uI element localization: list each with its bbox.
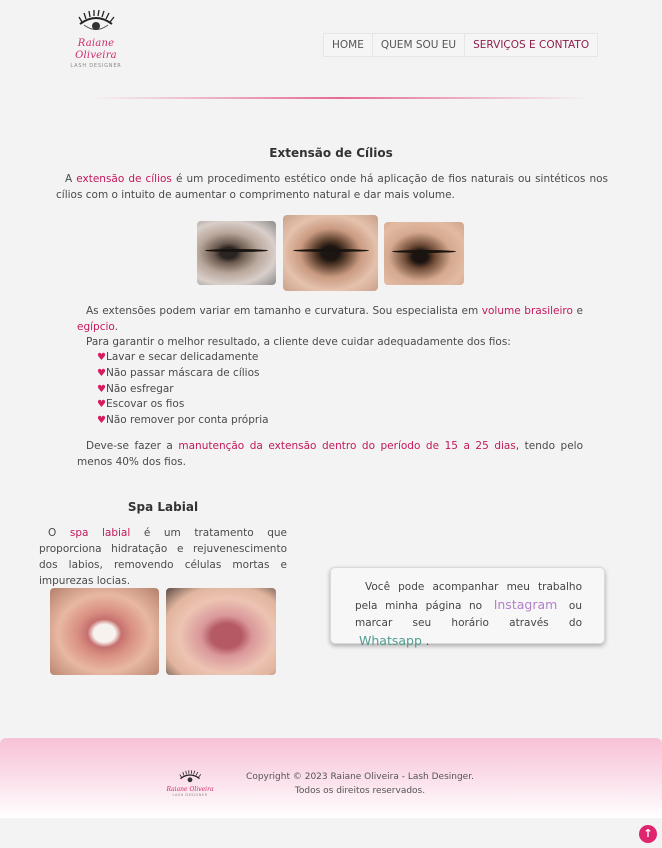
site-header: Raiane Oliveira LASH DESIGNER HOME QUEM …	[0, 0, 662, 80]
header-divider	[90, 97, 590, 99]
eyelash-icon	[179, 770, 202, 783]
list-item: ♥Não esfregar	[97, 382, 269, 398]
copyright-line: Copyright © 2023 Raiane Oliveira - Lash …	[246, 772, 474, 782]
highlight-manutencao: manutenção da extensão dentro do período…	[178, 440, 516, 452]
maintenance-text: Deve-se fazer a manutenção da extensão d…	[77, 438, 583, 470]
heart-icon: ♥	[97, 352, 106, 363]
cilios-intro: A extensão de cílios é um procedimento e…	[56, 171, 608, 203]
care-item-text: Lavar e secar delicadamente	[105, 351, 259, 363]
nav-quem-sou-eu[interactable]: QUEM SOU EU	[373, 34, 466, 56]
list-item: ♥Não remover por conta própria	[97, 413, 269, 429]
variation-mid: e	[572, 305, 583, 317]
list-item: ♥Lavar e secar delicadamente	[97, 350, 269, 366]
care-list: ♥Lavar e secar delicadamente ♥Não passar…	[97, 350, 269, 429]
eyelash-icon	[78, 10, 115, 30]
highlight-spa-labial: spa labial	[69, 527, 131, 539]
section-title-spa: Spa Labial	[127, 500, 199, 514]
cilios-photo-1	[197, 221, 276, 285]
care-item-text: Escovar os fios	[105, 398, 185, 411]
rights-line: Todos os direitos reservados.	[294, 786, 426, 796]
cilios-variation: As extensões podem variar em tamanho e c…	[77, 303, 583, 335]
care-item-text: Não passar máscara de cílios	[105, 366, 260, 379]
whatsapp-link[interactable]: Whatsapp	[355, 633, 426, 648]
footer-brand-name: Raiane Oliveira	[166, 786, 214, 793]
brand-logo[interactable]: Raiane Oliveira LASH DESIGNER	[56, 10, 136, 69]
highlight-extensao: extensão de cílios	[76, 173, 172, 185]
list-item: ♥Escovar os fios	[97, 397, 269, 413]
spa-photo-1	[50, 588, 159, 675]
heart-icon: ♥	[97, 383, 106, 395]
main-nav: HOME QUEM SOU EU SERVIÇOS E CONTATO	[323, 33, 599, 57]
site-footer: Raiane Oliveira LASH DESIGNER Copyright …	[0, 738, 662, 818]
variation-end: .	[114, 321, 118, 333]
instagram-link[interactable]: Instagram	[490, 597, 562, 612]
care-intro: Para garantir o melhor resultado, a clie…	[86, 336, 511, 348]
maint-lead: Deve-se fazer a	[86, 440, 179, 452]
brand-name: Raiane Oliveira	[75, 38, 117, 61]
footer-logo: Raiane Oliveira LASH DESIGNER	[162, 770, 218, 810]
spa-photo-2	[166, 588, 276, 675]
back-to-top-button[interactable]: ↑	[639, 825, 657, 843]
section-title-cilios: Extensão de Cílios	[269, 146, 393, 160]
contact-text-3: .	[425, 636, 430, 648]
brand-tagline: LASH DESIGNER	[70, 63, 122, 69]
cilios-photo-2	[283, 215, 378, 291]
contact-card: Você pode acompanhar meu trabalho pela m…	[330, 567, 605, 648]
heart-icon: ♥	[97, 415, 106, 427]
nav-home[interactable]: HOME	[324, 34, 373, 56]
cilios-photo-3	[384, 222, 464, 285]
copyright: Copyright © 2023 Raiane Oliveira - Lash …	[240, 770, 480, 798]
list-item: ♥Não passar máscara de cílios	[97, 366, 269, 382]
cilios-intro-lead: A	[65, 173, 77, 185]
spa-lead: O	[48, 527, 70, 539]
spa-text: O spa labial é um tratamento que proporc…	[39, 525, 287, 589]
care-item-text: Não esfregar	[105, 382, 174, 395]
heart-icon: ♥	[97, 399, 106, 411]
highlight-egipcio: egípcio	[77, 321, 115, 333]
variation-lead: As extensões podem variar em tamanho e c…	[86, 305, 482, 317]
heart-icon: ♥	[97, 367, 106, 379]
care-item-text: Não remover por conta própria	[105, 414, 269, 427]
nav-servicos-e-contato[interactable]: SERVIÇOS E CONTATO	[465, 34, 597, 56]
footer-brand-tagline: LASH DESIGNER	[172, 793, 208, 797]
highlight-volume-brasileiro: volume brasileiro	[481, 305, 573, 317]
